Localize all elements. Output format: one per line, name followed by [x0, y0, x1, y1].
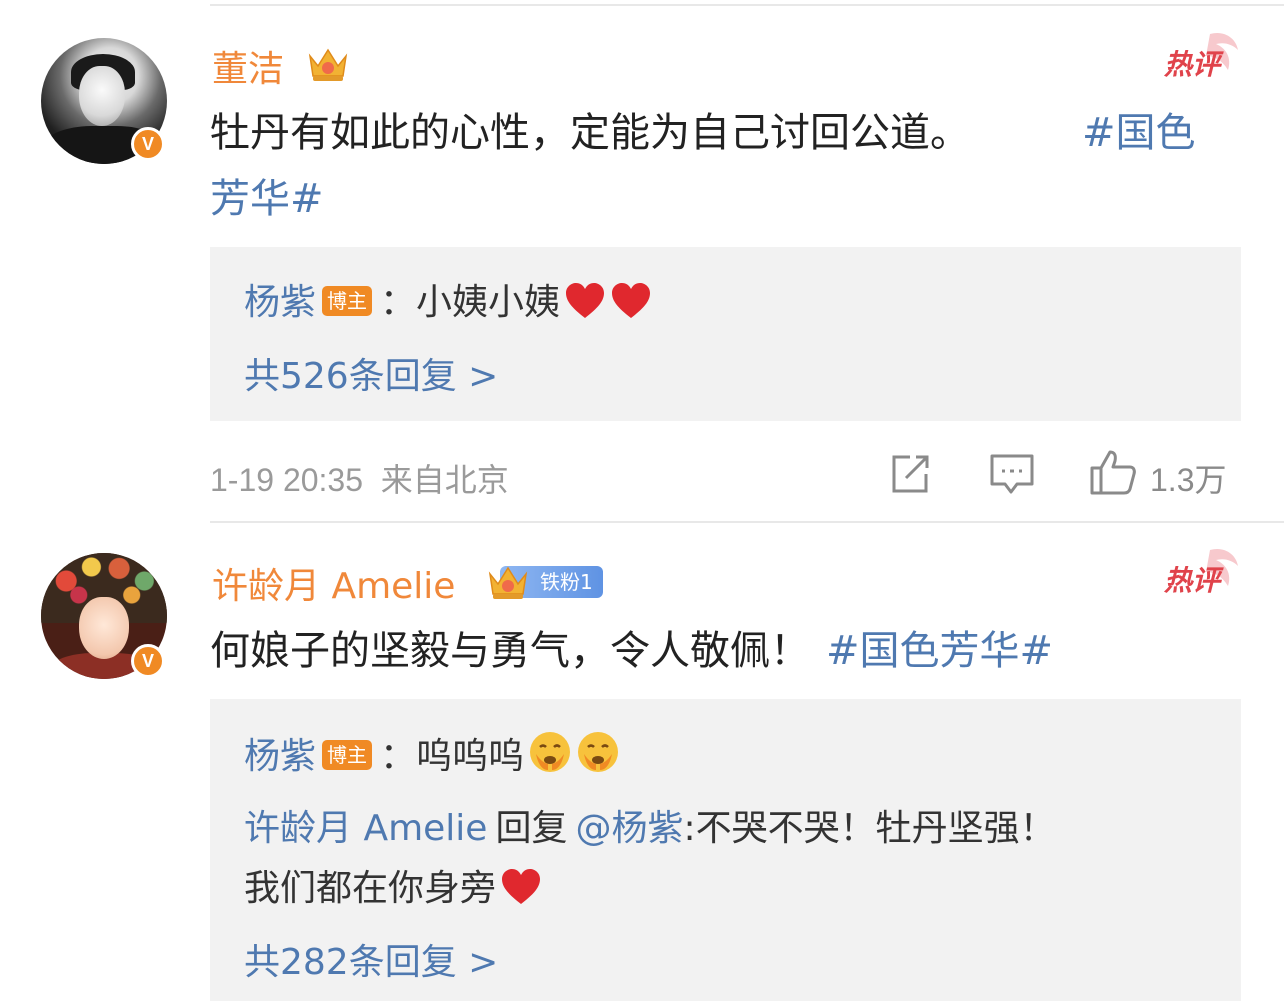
- reply-text: 呜呜呜: [416, 736, 525, 777]
- svg-text:热评: 热评: [1163, 564, 1224, 597]
- more-replies-link[interactable]: 共526条回复 >: [244, 347, 498, 399]
- blogger-badge: 博主: [322, 286, 373, 316]
- comment-source: 来自北京: [380, 462, 509, 498]
- reply-box[interactable]: 杨紫 博主 ：小姨小姨 共526条回复 >: [210, 247, 1241, 421]
- reply-item: 杨紫 博主 ：小姨小姨: [244, 273, 652, 325]
- cry-emoji: [530, 732, 571, 772]
- reply-text: 我们都在你身旁: [244, 868, 497, 909]
- heart-emoji: [566, 283, 605, 318]
- comment-text: 何娘子的坚毅与勇气，令人敬佩！ #国色芳华#: [210, 628, 1054, 674]
- topic-link-part-1[interactable]: #国色: [1082, 100, 1222, 166]
- hot-comment-badge: 热评: [1163, 32, 1238, 81]
- comment-time: 1-19 20:35: [210, 462, 364, 498]
- cry-emoji: [578, 732, 619, 772]
- username[interactable]: 许龄月 Amelie: [212, 557, 455, 609]
- verified-icon: V: [131, 644, 165, 678]
- reply-text: 小姨小姨: [416, 282, 561, 323]
- topic-link[interactable]: #国色芳华#: [826, 628, 1053, 674]
- like-count: 1.3万: [1150, 462, 1227, 498]
- reply-item: 杨紫 博主 ：呜呜呜: [244, 727, 620, 779]
- reply-author[interactable]: 杨紫: [244, 282, 316, 323]
- blogger-badge: 博主: [322, 740, 373, 770]
- repost-icon[interactable]: [888, 452, 932, 496]
- topic-link-part-2[interactable]: 芳华#: [210, 166, 350, 232]
- crown-icon: [308, 48, 348, 81]
- heart-emoji: [612, 283, 651, 318]
- reply-text: :不哭不哭！牡丹坚强！: [683, 808, 1056, 849]
- reply-item: 许龄月 Amelie 回复 @杨紫:不哭不哭！牡丹坚强！: [244, 808, 1056, 849]
- comment-feed: V 董洁 热评 牡丹有如此的心性，定能为自己讨回公道。#国色芳华# #国色 芳华…: [0, 0, 1284, 1001]
- mention-link[interactable]: @杨紫: [575, 808, 683, 849]
- comment-meta: 1-19 20:35 来自北京: [210, 455, 509, 501]
- reply-author[interactable]: 杨紫: [244, 736, 316, 777]
- svg-text:热评: 热评: [1163, 48, 1224, 81]
- reply-item-continued: 我们都在你身旁: [244, 859, 542, 911]
- crown-icon: [488, 566, 528, 599]
- top-divider: [210, 4, 1284, 6]
- heart-emoji: [502, 869, 541, 904]
- like-icon[interactable]: [1088, 448, 1138, 496]
- reply-author[interactable]: 许龄月 Amelie: [244, 808, 487, 849]
- comment-icon[interactable]: [989, 452, 1035, 496]
- comment-text: 牡丹有如此的心性，定能为自己讨回公道。#国色芳华#: [210, 110, 970, 156]
- verified-icon: V: [131, 127, 165, 161]
- more-replies-link[interactable]: 共282条回复 >: [244, 933, 498, 985]
- username[interactable]: 董洁: [212, 40, 284, 92]
- hot-comment-badge: 热评: [1163, 548, 1238, 597]
- comment-divider: [210, 521, 1284, 523]
- reply-box[interactable]: 杨紫 博主 ：呜呜呜 许龄月 Amelie 回复 @杨紫:不哭不哭！牡丹坚强！ 我们都在…: [210, 699, 1241, 1001]
